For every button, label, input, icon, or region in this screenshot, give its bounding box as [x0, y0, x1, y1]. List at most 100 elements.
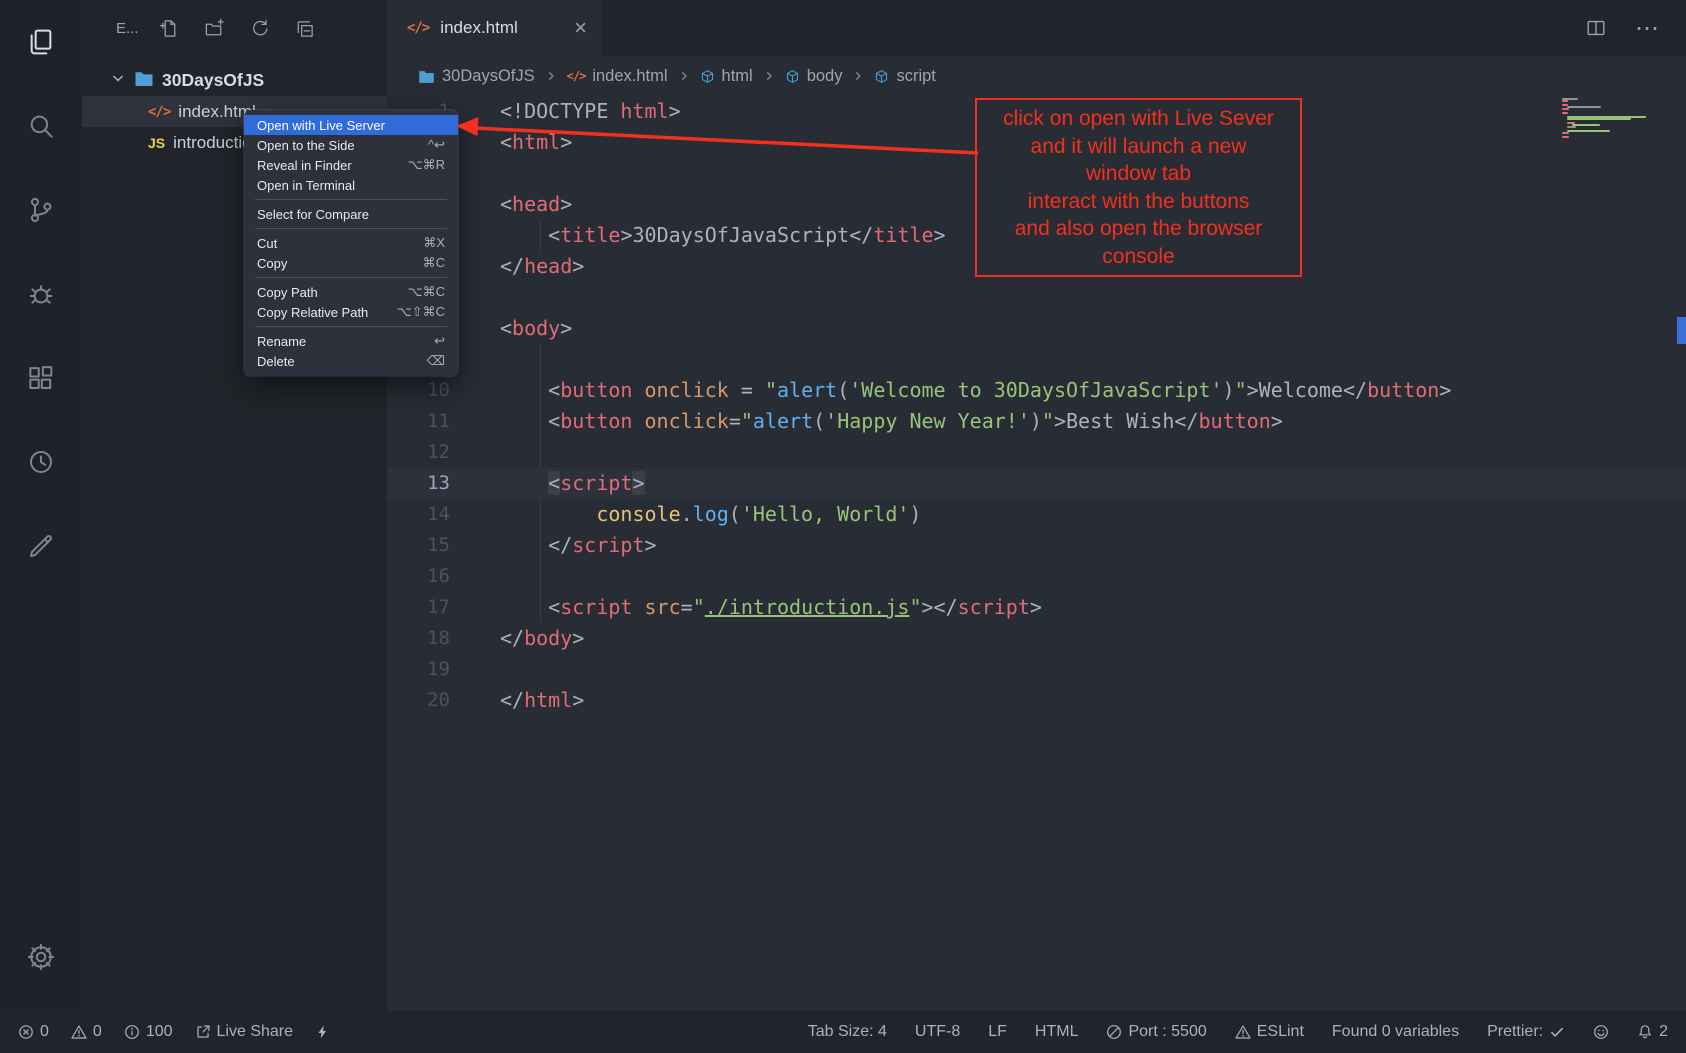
code-line-15[interactable]: 15 </script>: [387, 530, 1686, 561]
line-number[interactable]: 20: [387, 685, 460, 716]
new-folder-icon[interactable]: [204, 18, 225, 39]
more-actions-icon[interactable]: ⋯: [1635, 14, 1660, 43]
bell-icon: [1637, 1024, 1653, 1040]
code-line-14[interactable]: 14 console.log('Hello, World'): [387, 499, 1686, 530]
menu-item-shortcut: ⌘X: [423, 235, 445, 251]
code-line-20[interactable]: 20 </html>: [387, 685, 1686, 716]
code-line-8[interactable]: 8<body>: [387, 313, 1686, 344]
menu-item-open-in-terminal[interactable]: Open in Terminal: [244, 175, 458, 195]
status-label: Found 0 variables: [1332, 1023, 1459, 1041]
menu-item-copy[interactable]: Copy⌘C: [244, 253, 458, 273]
refresh-icon[interactable]: [249, 18, 270, 39]
code-line-16[interactable]: 16: [387, 561, 1686, 592]
code-line-7[interactable]: 7: [387, 282, 1686, 313]
status-0[interactable]: 0: [71, 1023, 102, 1041]
menu-item-copy-relative-path[interactable]: Copy Relative Path⌥⇧⌘C: [244, 302, 458, 322]
status-label: 2: [1659, 1023, 1668, 1041]
status-eslint[interactable]: ESLint: [1235, 1023, 1304, 1041]
status-100[interactable]: 100: [124, 1023, 173, 1041]
menu-item-select-for-compare[interactable]: Select for Compare: [244, 204, 458, 224]
code-line-9[interactable]: 9: [387, 344, 1686, 375]
line-content: <!DOCTYPE html>: [500, 96, 681, 127]
line-number[interactable]: 16: [387, 561, 460, 592]
line-content: </body>: [500, 623, 584, 654]
code-line-11[interactable]: 11 <button onclick="alert('Happy New Yea…: [387, 406, 1686, 437]
code-line-13[interactable]: 13 <script>: [387, 468, 1686, 499]
status-zap[interactable]: [315, 1024, 331, 1040]
status-html[interactable]: HTML: [1035, 1023, 1079, 1041]
menu-item-reveal-in-finder[interactable]: Reveal in Finder⌥⌘R: [244, 155, 458, 175]
breadcrumb-item-script[interactable]: script: [874, 67, 935, 86]
code-line-18[interactable]: 18 </body>: [387, 623, 1686, 654]
menu-item-rename[interactable]: Rename↩: [244, 331, 458, 351]
status-prettier[interactable]: Prettier:: [1487, 1023, 1565, 1041]
vscode-window: E... 30DaysOfJS </> index.html JS introd…: [0, 0, 1686, 1053]
menu-item-open-to-the-side[interactable]: Open to the Side^↩: [244, 135, 458, 155]
tab-index-html[interactable]: </> index.html ×: [387, 0, 601, 56]
line-content: <button onclick="alert('Happy New Year!'…: [500, 406, 1283, 437]
run-debug-icon[interactable]: [0, 252, 82, 336]
line-number[interactable]: 10: [387, 375, 460, 406]
status-smiley[interactable]: [1593, 1024, 1609, 1040]
source-control-icon[interactable]: [0, 168, 82, 252]
minimap[interactable]: [1562, 98, 1656, 138]
pen-icon[interactable]: [0, 504, 82, 588]
code-line-19[interactable]: 19: [387, 654, 1686, 685]
menu-item-shortcut: ⌘C: [423, 255, 445, 271]
line-number[interactable]: 14: [387, 499, 460, 530]
menu-item-label: Cut: [257, 236, 277, 251]
breadcrumb-item-body[interactable]: body: [785, 67, 843, 86]
status-bar: 0 0 100 Live Share Tab Size: 4 UTF-8 LF HTML Po…: [0, 1011, 1686, 1053]
status-found-0-variables[interactable]: Found 0 variables: [1332, 1023, 1459, 1041]
menu-item-shortcut: ^↩: [428, 137, 445, 153]
chevron-down-icon: [110, 70, 126, 91]
settings-gear-icon[interactable]: [0, 915, 82, 999]
js-file-icon: JS: [148, 135, 165, 151]
line-number[interactable]: 18: [387, 623, 460, 654]
editor-actions: ⋯: [1585, 14, 1686, 43]
breadcrumb-item-index-html[interactable]: </>index.html: [567, 67, 668, 86]
line-number[interactable]: 17: [387, 592, 460, 623]
split-editor-icon[interactable]: [1585, 17, 1607, 39]
workspace-folder-row[interactable]: 30DaysOfJS: [82, 65, 387, 96]
status-2[interactable]: 2: [1637, 1023, 1668, 1041]
search-icon[interactable]: [0, 84, 82, 168]
line-number[interactable]: 15: [387, 530, 460, 561]
explorer-icon[interactable]: [0, 0, 82, 84]
close-icon[interactable]: ×: [574, 17, 587, 39]
menu-item-delete[interactable]: Delete⌫: [244, 351, 458, 371]
collapse-all-icon[interactable]: [294, 18, 315, 39]
breadcrumb: 30DaysOfJS </>index.html html body script: [387, 56, 1686, 96]
clock-icon[interactable]: [0, 420, 82, 504]
line-number[interactable]: 11: [387, 406, 460, 437]
menu-separator: [255, 199, 447, 200]
line-number[interactable]: 12: [387, 437, 460, 468]
breadcrumb-item-30daysofjs[interactable]: 30DaysOfJS: [418, 67, 535, 86]
breadcrumb-item-html[interactable]: html: [700, 67, 753, 86]
line-number[interactable]: 13: [387, 468, 460, 499]
code-line-17[interactable]: 17 <script src="./introduction.js"></scr…: [387, 592, 1686, 623]
menu-separator: [255, 326, 447, 327]
error-icon: [18, 1024, 34, 1040]
status-lf[interactable]: LF: [988, 1023, 1007, 1041]
menu-item-open-with-live-server[interactable]: Open with Live Server: [244, 115, 458, 135]
annotation-line: and also open the browser: [979, 215, 1298, 243]
line-content: </html>: [500, 685, 584, 716]
annotation-line: console: [979, 243, 1298, 271]
extensions-icon[interactable]: [0, 336, 82, 420]
menu-item-copy-path[interactable]: Copy Path⌥⌘C: [244, 282, 458, 302]
status-live-share[interactable]: Live Share: [195, 1023, 294, 1041]
line-number[interactable]: 19: [387, 654, 460, 685]
code-line-10[interactable]: 10 <button onclick = "alert('Welcome to …: [387, 375, 1686, 406]
menu-item-cut[interactable]: Cut ⌘X: [244, 233, 458, 253]
status-label: Prettier:: [1487, 1023, 1543, 1041]
status-port-5500[interactable]: Port : 5500: [1106, 1023, 1206, 1041]
menu-item-shortcut: ⌥⌘R: [408, 157, 445, 173]
status-utf-8[interactable]: UTF-8: [915, 1023, 960, 1041]
menu-item-label: Rename: [257, 334, 306, 349]
status-tab-size-4[interactable]: Tab Size: 4: [808, 1023, 887, 1041]
status-0[interactable]: 0: [18, 1023, 49, 1041]
cube-icon: [874, 69, 889, 84]
code-line-12[interactable]: 12: [387, 437, 1686, 468]
new-file-icon[interactable]: [159, 18, 180, 39]
